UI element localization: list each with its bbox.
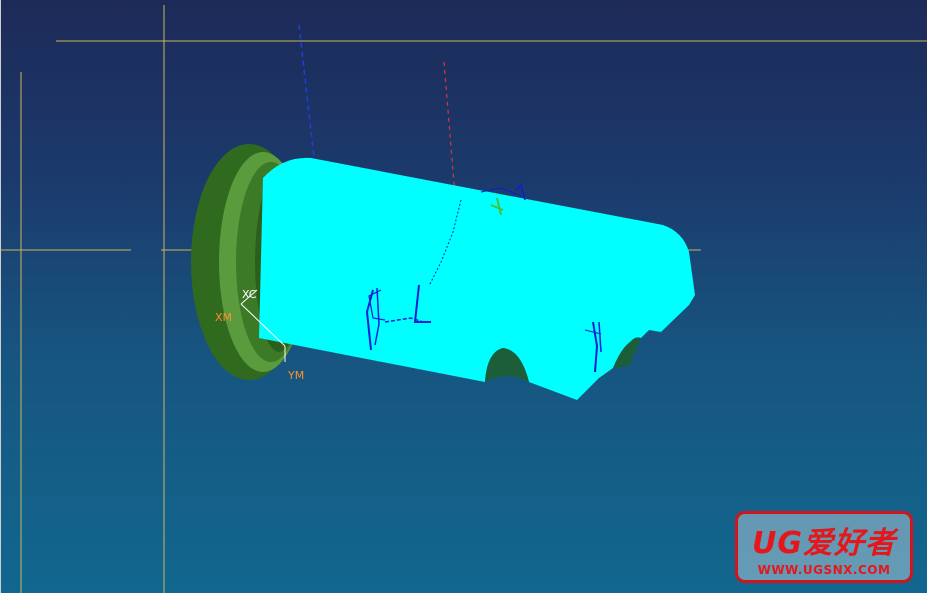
watermark-logo: UG爱好者 WWW.UGSNX.COM <box>735 511 913 583</box>
model-scene[interactable] <box>1 0 927 593</box>
watermark-url: WWW.UGSNX.COM <box>757 563 891 577</box>
axis-label-ym: YM <box>288 369 305 382</box>
z-axis-dashed-line <box>298 24 315 159</box>
tool-axis-dashed-line <box>443 61 456 196</box>
axis-label-xc: XC <box>242 288 257 301</box>
axis-label-xm: XM <box>215 311 233 324</box>
watermark-title: UG爱好者 <box>752 526 896 561</box>
graphics-viewport[interactable]: XC XM YM UG爱好者 WWW.UGSNX.COM <box>0 0 927 593</box>
